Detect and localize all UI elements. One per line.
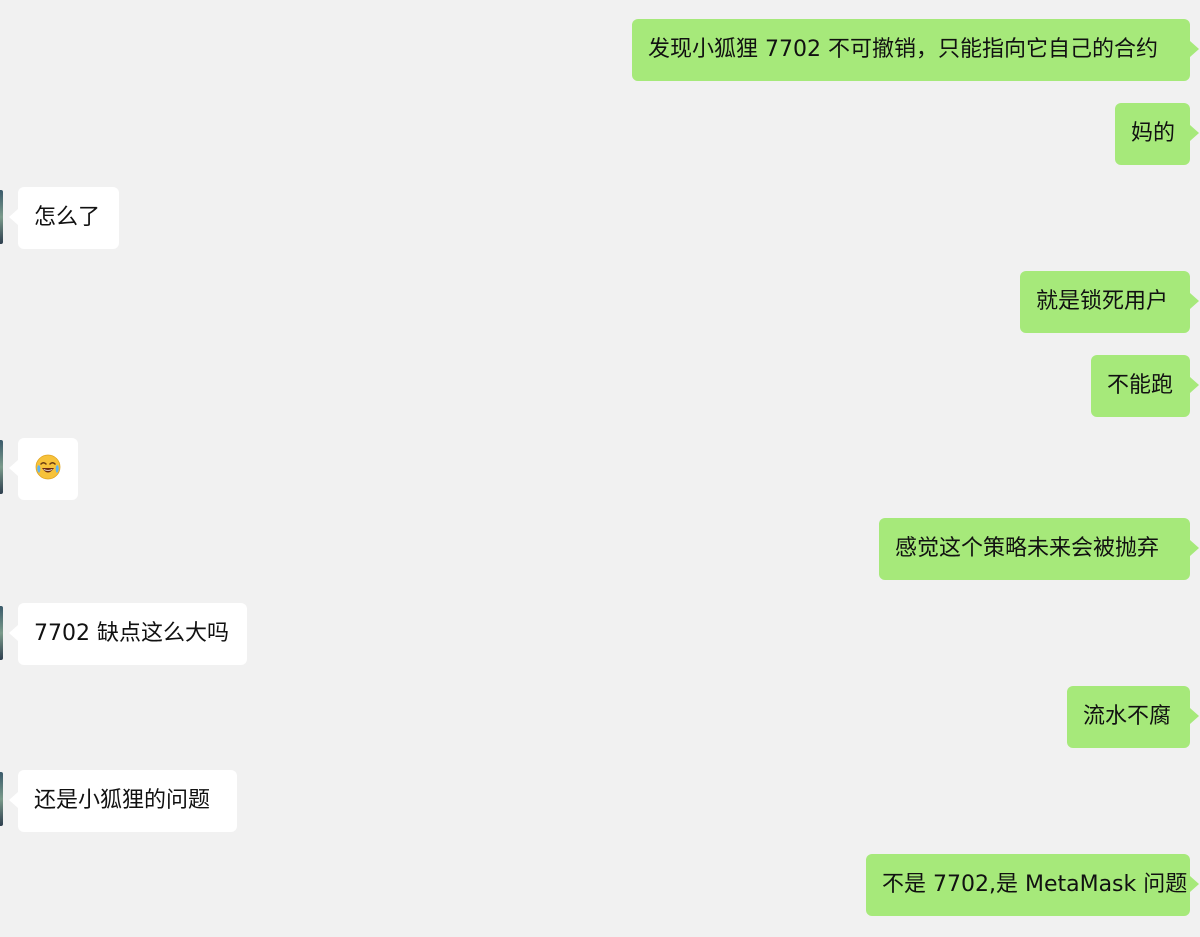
message-sent: 妈的 bbox=[1115, 103, 1199, 165]
message-text: 不能跑 bbox=[1107, 373, 1174, 398]
message-text: 不是 7702,是 MetaMask 问题 bbox=[882, 872, 1188, 897]
message-text: 就是锁死用户 bbox=[1036, 289, 1169, 314]
message-sent: 流水不腐 bbox=[1067, 686, 1199, 748]
message-text: 7702 缺点这么大吗 bbox=[34, 621, 229, 646]
message-received: 7702 缺点这么大吗 bbox=[9, 603, 247, 665]
message-received: 怎么了 bbox=[9, 187, 119, 249]
message-sent: 不能跑 bbox=[1091, 355, 1199, 417]
face-with-tears-of-joy-emoji bbox=[35, 454, 61, 480]
message-text: 流水不腐 bbox=[1083, 704, 1172, 729]
message-sent: 发现小狐狸 7702 不可撤销，只能指向它自己的合约 bbox=[632, 19, 1199, 81]
avatar[interactable] bbox=[0, 606, 3, 660]
message-sent: 不是 7702,是 MetaMask 问题 bbox=[866, 854, 1199, 916]
message-sent: 感觉这个策略未来会被抛弃 bbox=[879, 518, 1199, 580]
message-received bbox=[9, 438, 78, 500]
message-bubble[interactable] bbox=[9, 438, 78, 500]
avatar[interactable] bbox=[0, 772, 3, 826]
message-bubble[interactable]: 就是锁死用户 bbox=[1020, 271, 1199, 333]
message-text: 还是小狐狸的问题 bbox=[34, 788, 211, 813]
message-bubble[interactable]: 怎么了 bbox=[9, 187, 119, 249]
message-bubble[interactable]: 妈的 bbox=[1115, 103, 1199, 165]
message-bubble[interactable]: 流水不腐 bbox=[1067, 686, 1199, 748]
message-text: 怎么了 bbox=[34, 205, 101, 230]
message-text: 妈的 bbox=[1131, 121, 1176, 146]
message-bubble[interactable]: 发现小狐狸 7702 不可撤销，只能指向它自己的合约 bbox=[632, 19, 1199, 81]
message-bubble[interactable]: 不是 7702,是 MetaMask 问题 bbox=[866, 854, 1199, 916]
message-bubble[interactable]: 7702 缺点这么大吗 bbox=[9, 603, 247, 665]
message-bubble[interactable]: 感觉这个策略未来会被抛弃 bbox=[879, 518, 1199, 580]
message-sent: 就是锁死用户 bbox=[1020, 271, 1199, 333]
avatar[interactable] bbox=[0, 190, 3, 244]
message-bubble[interactable]: 不能跑 bbox=[1091, 355, 1199, 417]
message-received: 还是小狐狸的问题 bbox=[9, 770, 237, 832]
chat-message-area: 发现小狐狸 7702 不可撤销，只能指向它自己的合约 妈的 怎么了 就是锁死用户… bbox=[0, 0, 1200, 937]
message-text: 感觉这个策略未来会被抛弃 bbox=[895, 536, 1160, 561]
avatar[interactable] bbox=[0, 440, 3, 494]
message-bubble[interactable]: 还是小狐狸的问题 bbox=[9, 770, 237, 832]
message-text: 发现小狐狸 7702 不可撤销，只能指向它自己的合约 bbox=[648, 37, 1158, 62]
